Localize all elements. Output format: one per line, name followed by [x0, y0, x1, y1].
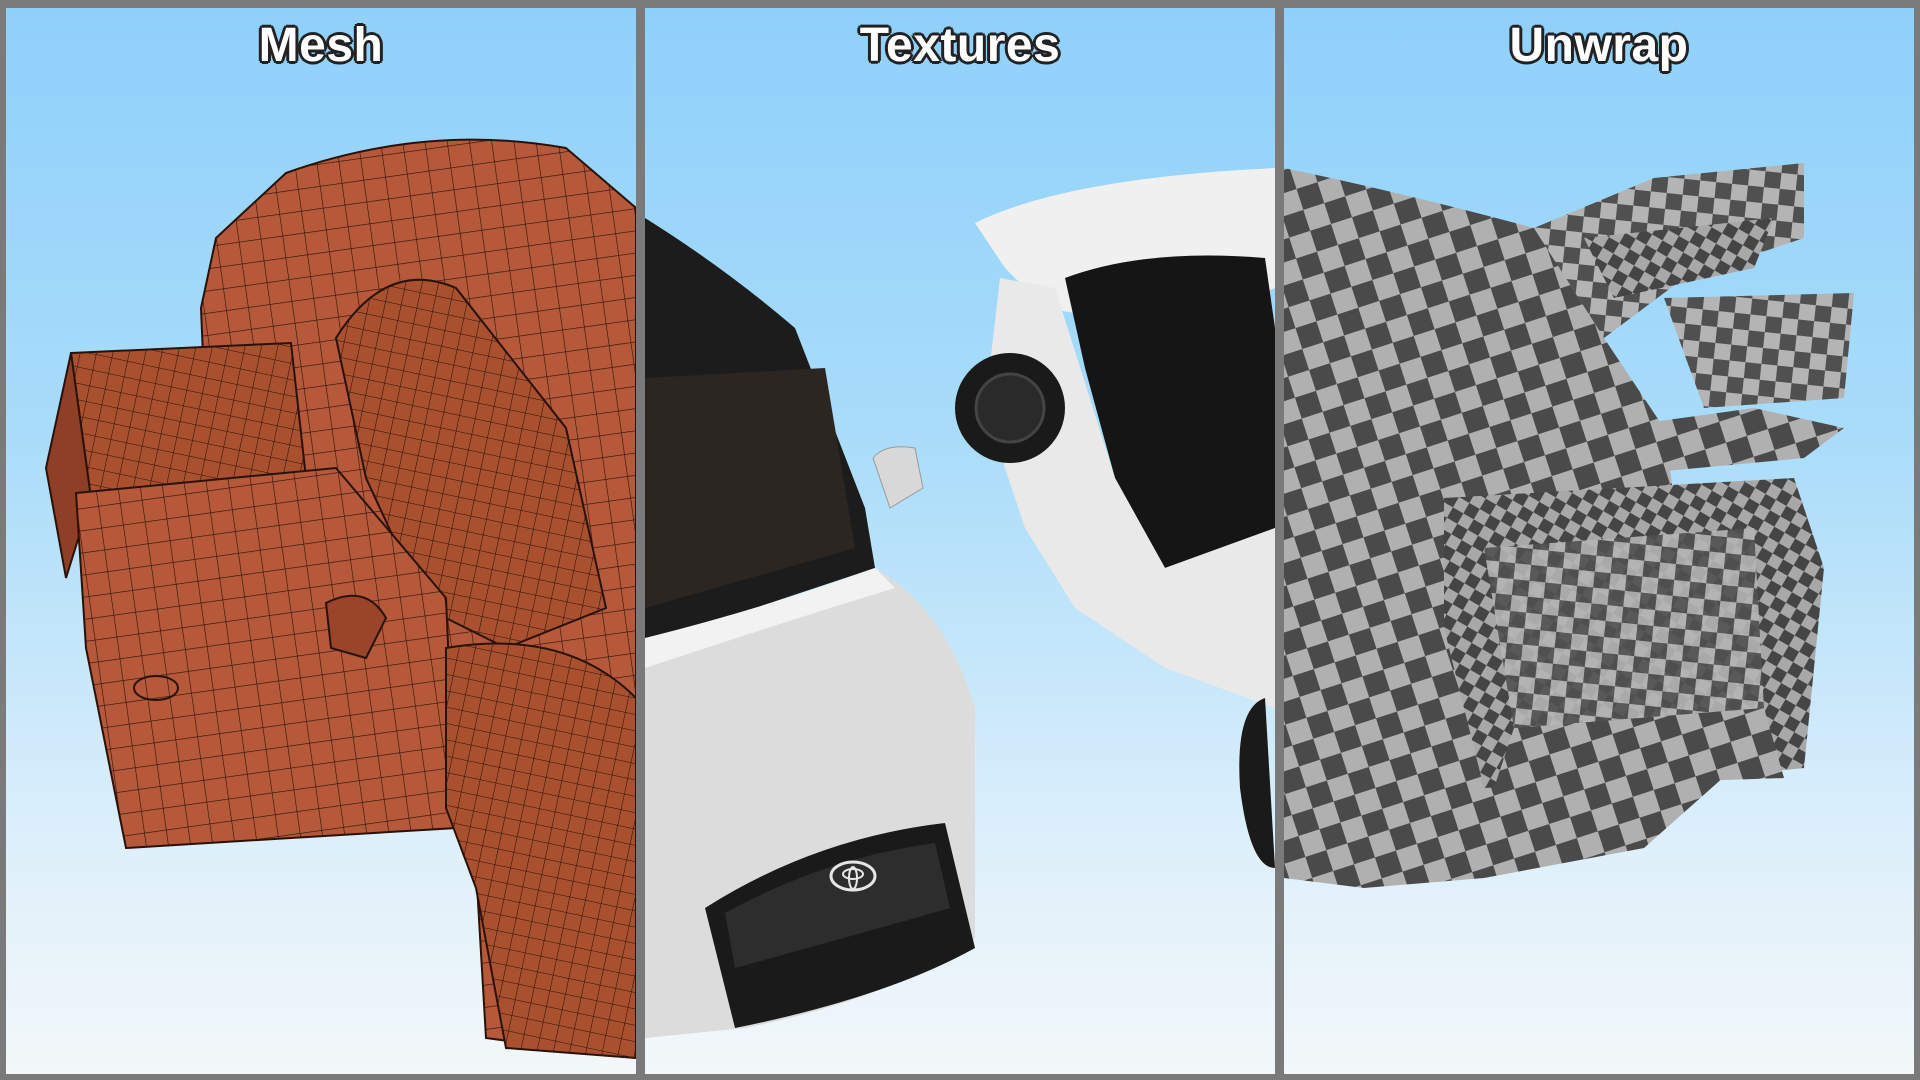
checker-unwrap-render: [1284, 163, 1854, 888]
unwrap-panel: Unwrap: [1284, 8, 1914, 1074]
mesh-car-render: [44, 138, 636, 1060]
unwrap-title: Unwrap: [1509, 19, 1689, 72]
textured-car-render: [645, 168, 1275, 1038]
textures-panel: Textures: [645, 8, 1275, 1074]
panel-divider: [636, 0, 645, 1080]
textures-title: Textures: [859, 19, 1061, 72]
mesh-panel: Mesh: [6, 8, 636, 1074]
mesh-title: Mesh: [258, 19, 384, 72]
panel-divider: [1275, 0, 1284, 1080]
